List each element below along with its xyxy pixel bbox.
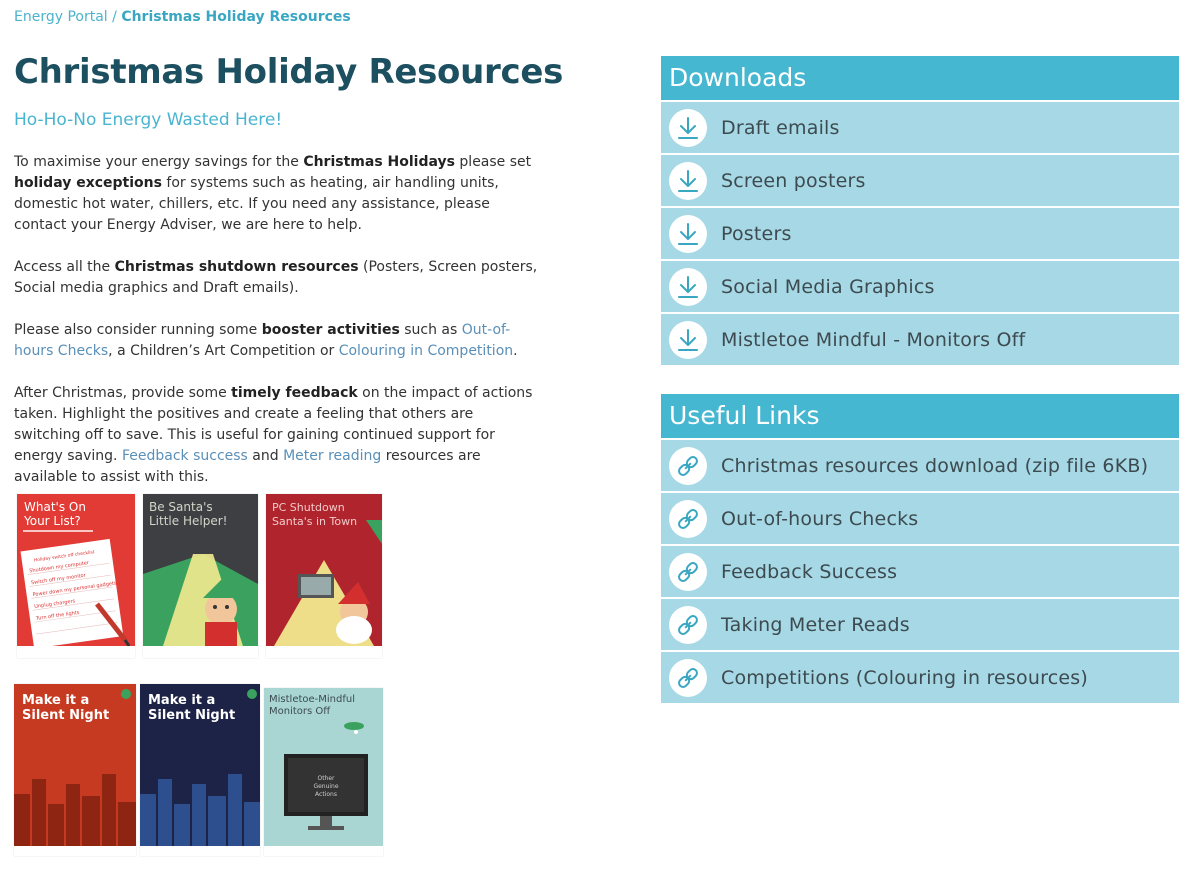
page-subtitle: Ho-Ho-No Energy Wasted Here! (14, 110, 283, 130)
useful-link-item-label: Taking Meter Reads (721, 613, 910, 636)
poster-title-line2: Santa's in Town (272, 515, 357, 528)
poster-be-santas-little-helper[interactable]: Be Santa's Little Helper! (143, 494, 258, 658)
breadcrumb: Energy Portal / Christmas Holiday Resour… (14, 9, 351, 25)
emphasis-text: Christmas shutdown resources (114, 259, 359, 275)
download-item-label: Screen posters (721, 169, 866, 192)
poster-title-line2: Silent Night (22, 708, 109, 723)
colouring-competition-link[interactable]: Colouring in Competition (339, 343, 513, 359)
chain-link-icon (669, 658, 707, 697)
useful-link-item[interactable]: Out-of-hours Checks (661, 493, 1179, 544)
poster-silent-night-red[interactable]: Make it a Silent Night (14, 684, 136, 856)
chain-link-icon (669, 605, 707, 644)
poster-title-line1: Be Santa's (149, 500, 213, 514)
useful-link-item-label: Christmas resources download (zip file 6… (721, 454, 1149, 477)
download-arrow-icon (669, 108, 707, 147)
download-arrow-icon (669, 214, 707, 253)
download-arrow-icon (669, 320, 707, 359)
text: such as (399, 322, 462, 338)
useful-link-item-label: Feedback Success (721, 560, 898, 583)
poster-title-line1: Mistletoe-Mindful (269, 694, 355, 705)
breadcrumb-home-link[interactable]: Energy Portal (14, 9, 108, 25)
emphasis-text: holiday exceptions (14, 175, 162, 191)
poster-title-line1: PC Shutdown (272, 501, 345, 514)
useful-link-item[interactable]: Christmas resources download (zip file 6… (661, 440, 1179, 491)
download-item[interactable]: Draft emails (661, 102, 1179, 153)
text: To maximise your energy savings for the (14, 154, 304, 170)
text: please set (454, 154, 532, 170)
paragraph-timely-feedback: After Christmas, provide some timely fee… (14, 383, 542, 488)
useful-link-item-label: Competitions (Colouring in resources) (721, 666, 1088, 689)
download-item-label: Mistletoe Mindful - Monitors Off (721, 328, 1026, 351)
text: Please also consider running some (14, 322, 262, 338)
download-item-label: Social Media Graphics (721, 275, 935, 298)
useful-link-item[interactable]: Feedback Success (661, 546, 1179, 597)
text: . (513, 343, 518, 359)
useful-link-item-label: Out-of-hours Checks (721, 507, 919, 530)
download-item-label: Posters (721, 222, 792, 245)
breadcrumb-current: Christmas Holiday Resources (121, 9, 351, 25)
paragraph-shutdown-resources: Access all the Christmas shutdown resour… (14, 257, 542, 299)
emphasis-text: timely feedback (231, 385, 358, 401)
download-item[interactable]: Social Media Graphics (661, 261, 1179, 312)
useful-link-item[interactable]: Competitions (Colouring in resources) (661, 652, 1179, 703)
poster-screen-text: Genuine (313, 783, 338, 790)
useful-links-panel: Useful Links Christmas resources downloa… (661, 394, 1179, 703)
poster-title-line1: What's On (24, 500, 86, 514)
intro-content: To maximise your energy savings for the … (14, 152, 542, 509)
poster-mistletoe-mindful[interactable]: Mistletoe-Mindful Monitors Off Other Gen… (264, 688, 383, 856)
page-title: Christmas Holiday Resources (14, 52, 564, 92)
poster-title-line2: Monitors Off (269, 706, 331, 717)
poster-title-line1: Make it a (148, 693, 215, 708)
poster-title-line1: Make it a (22, 693, 89, 708)
downloads-panel: Downloads Draft emails Screen posters Post… (661, 56, 1179, 365)
download-item-label: Draft emails (721, 116, 840, 139)
download-arrow-icon (669, 161, 707, 200)
poster-screen-text: Other (317, 775, 335, 782)
useful-link-item[interactable]: Taking Meter Reads (661, 599, 1179, 650)
chain-link-icon (669, 499, 707, 538)
download-item[interactable]: Posters (661, 208, 1179, 259)
text: , a Children’s Art Competition or (108, 343, 339, 359)
chain-link-icon (669, 552, 707, 591)
meter-reading-link[interactable]: Meter reading (283, 448, 381, 464)
emphasis-text: Christmas Holidays (303, 154, 455, 170)
poster-title-line2: Little Helper! (149, 514, 227, 528)
text: After Christmas, provide some (14, 385, 232, 401)
poster-whats-on-your-list[interactable]: What's On Your List? Holiday switch off … (17, 494, 135, 658)
chain-link-icon (669, 446, 707, 485)
downloads-heading: Downloads (661, 56, 1179, 100)
emphasis-text: booster activities (261, 322, 400, 338)
download-item[interactable]: Mistletoe Mindful - Monitors Off (661, 314, 1179, 365)
poster-screen-text: Actions (315, 791, 337, 798)
download-arrow-icon (669, 267, 707, 306)
poster-title-line2: Your List? (23, 514, 81, 528)
useful-links-list: Christmas resources download (zip file 6… (661, 440, 1179, 703)
feedback-success-link[interactable]: Feedback success (122, 448, 248, 464)
download-item[interactable]: Screen posters (661, 155, 1179, 206)
text: Access all the (14, 259, 115, 275)
useful-links-heading: Useful Links (661, 394, 1179, 438)
poster-title-line2: Silent Night (148, 708, 235, 723)
poster-silent-night-blue[interactable]: Make it a Silent Night (140, 684, 260, 856)
paragraph-holiday-exceptions: To maximise your energy savings for the … (14, 152, 542, 236)
paragraph-booster-activities: Please also consider running some booste… (14, 320, 542, 362)
downloads-list: Draft emails Screen posters Posters Social … (661, 102, 1179, 365)
breadcrumb-separator: / (107, 9, 122, 25)
text: and (247, 448, 284, 464)
poster-pc-shutdown[interactable]: PC Shutdown Santa's in Town (266, 494, 382, 658)
